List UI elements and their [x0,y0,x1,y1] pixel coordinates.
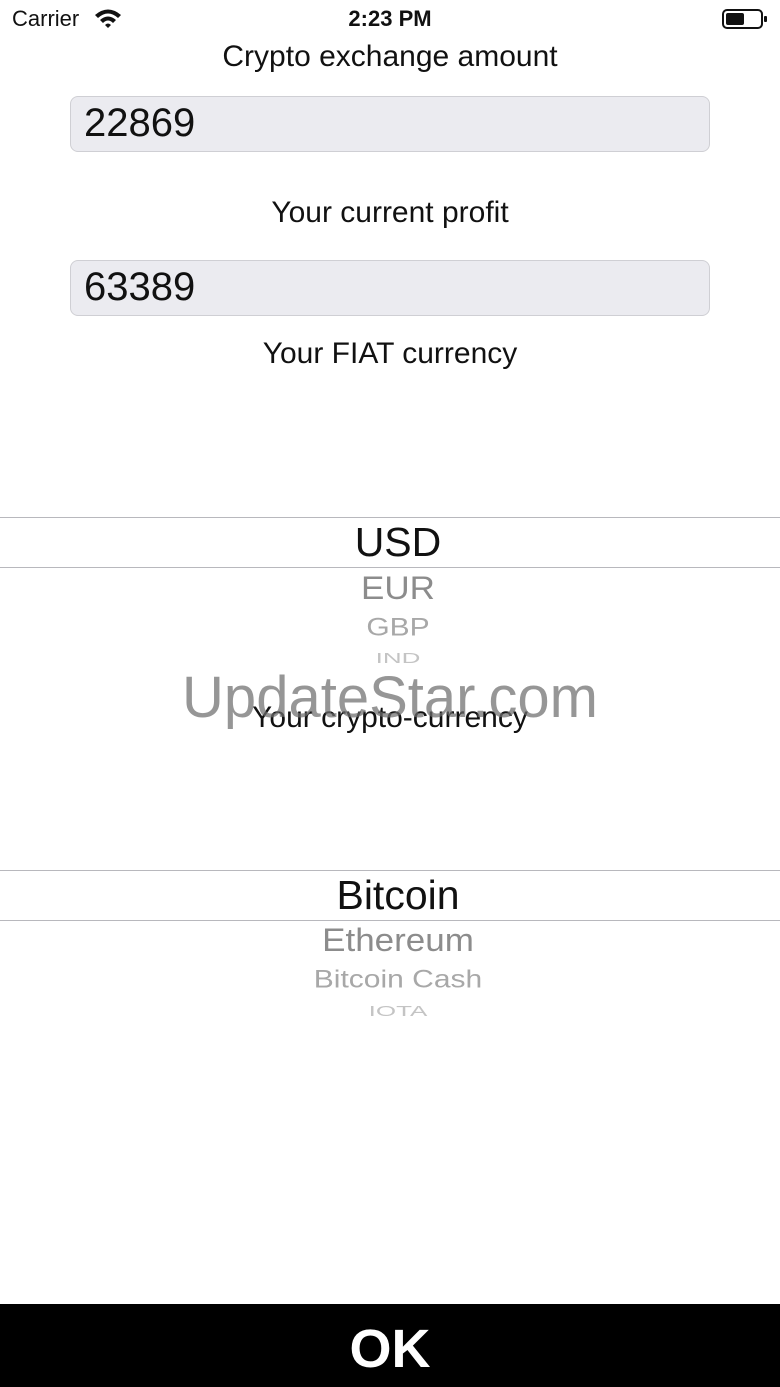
current-profit-field[interactable]: 63389 [70,260,710,316]
fiat-option[interactable]: IND [0,650,780,667]
fiat-option-selected[interactable]: USD [0,519,780,566]
status-bar: Carrier 2:23 PM [0,0,780,40]
picker-selection-top-line [0,870,780,871]
exchange-amount-label: Crypto exchange amount [222,40,558,73]
status-time: 2:23 PM [348,6,432,31]
battery-icon [722,9,767,29]
ok-button-label: OK [349,1319,431,1379]
fiat-option[interactable]: EUR [0,570,780,607]
fiat-currency-label: Your FIAT currency [262,337,518,370]
crypto-option[interactable]: IOTA [0,1003,780,1020]
picker-selection-bottom-line [0,920,780,921]
crypto-option[interactable]: Ethereum [0,922,780,959]
crypto-currency-label: Your crypto-currency [252,701,528,734]
current-profit-value[interactable]: 63389 [84,265,195,310]
exchange-amount-field[interactable]: 22869 [70,96,710,152]
crypto-option[interactable]: Bitcoin Cash [0,966,780,994]
fiat-option[interactable]: GBP [0,614,780,642]
exchange-amount-value[interactable]: 22869 [84,101,195,146]
ok-button[interactable]: OK [0,1304,780,1387]
current-profit-label: Your current profit [271,196,509,229]
picker-selection-top-line [0,517,780,518]
picker-selection-bottom-line [0,567,780,568]
crypto-option-selected[interactable]: Bitcoin [0,872,780,919]
